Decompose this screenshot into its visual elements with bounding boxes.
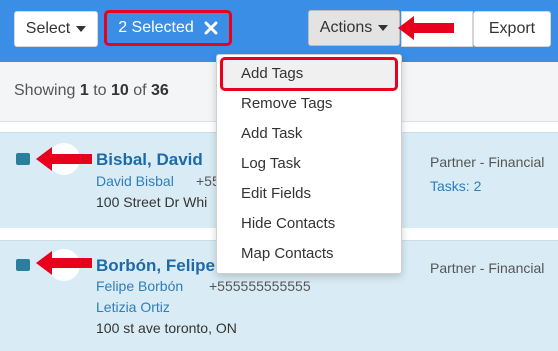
row-checkbox[interactable] bbox=[16, 259, 30, 271]
selected-label: 2 Selected bbox=[118, 19, 194, 36]
caret-down-icon bbox=[378, 25, 389, 31]
actions-dropdown-menu: Add Tags Remove Tags Add Task Log Task E… bbox=[216, 54, 402, 274]
caret-down-icon bbox=[76, 26, 87, 32]
close-icon[interactable] bbox=[204, 21, 218, 35]
actions-button[interactable]: Actions bbox=[308, 10, 400, 46]
menu-item-map-contacts[interactable]: Map Contacts bbox=[241, 245, 334, 262]
selected-count-button[interactable]: 2 Selected bbox=[104, 10, 232, 46]
menu-item-edit-fields[interactable]: Edit Fields bbox=[241, 185, 311, 202]
contact-tasks-link[interactable]: Tasks: 2 bbox=[430, 178, 481, 194]
contact-name[interactable]: Borbón, Felipe bbox=[96, 256, 215, 276]
pagination-summary: Showing 1 to 10 of 36 bbox=[14, 82, 169, 99]
annotation-arrow-icon bbox=[398, 16, 454, 40]
select-label: Select bbox=[25, 20, 71, 37]
annotation-arrow-icon bbox=[36, 251, 92, 275]
contact-person-link[interactable]: Felipe Borbón bbox=[96, 278, 183, 294]
export-button[interactable]: Export bbox=[473, 11, 551, 47]
contact-role: Partner - Financial bbox=[430, 260, 545, 276]
export-label: Export bbox=[488, 20, 536, 37]
contact-phone: +555555555555 bbox=[209, 278, 311, 294]
actions-label: Actions bbox=[319, 19, 373, 36]
menu-item-hide-contacts[interactable]: Hide Contacts bbox=[241, 215, 335, 232]
contact-address: 100 st ave toronto, ON bbox=[96, 320, 237, 336]
contact-person-link[interactable]: Letizia Ortiz bbox=[96, 299, 170, 315]
select-button[interactable]: Select bbox=[14, 11, 98, 47]
menu-item-remove-tags[interactable]: Remove Tags bbox=[241, 95, 332, 112]
annotation-arrow-icon bbox=[36, 147, 92, 171]
menu-item-log-task[interactable]: Log Task bbox=[241, 155, 301, 172]
menu-item-add-tags[interactable]: Add Tags bbox=[241, 65, 303, 82]
contact-role: Partner - Financial bbox=[430, 154, 545, 170]
menu-item-add-task[interactable]: Add Task bbox=[241, 125, 302, 142]
contact-person-link[interactable]: David Bisbal bbox=[96, 173, 174, 189]
row-checkbox[interactable] bbox=[16, 153, 30, 165]
contact-name[interactable]: Bisbal, David bbox=[96, 150, 203, 170]
contact-address: 100 Street Dr Whi bbox=[96, 194, 208, 210]
